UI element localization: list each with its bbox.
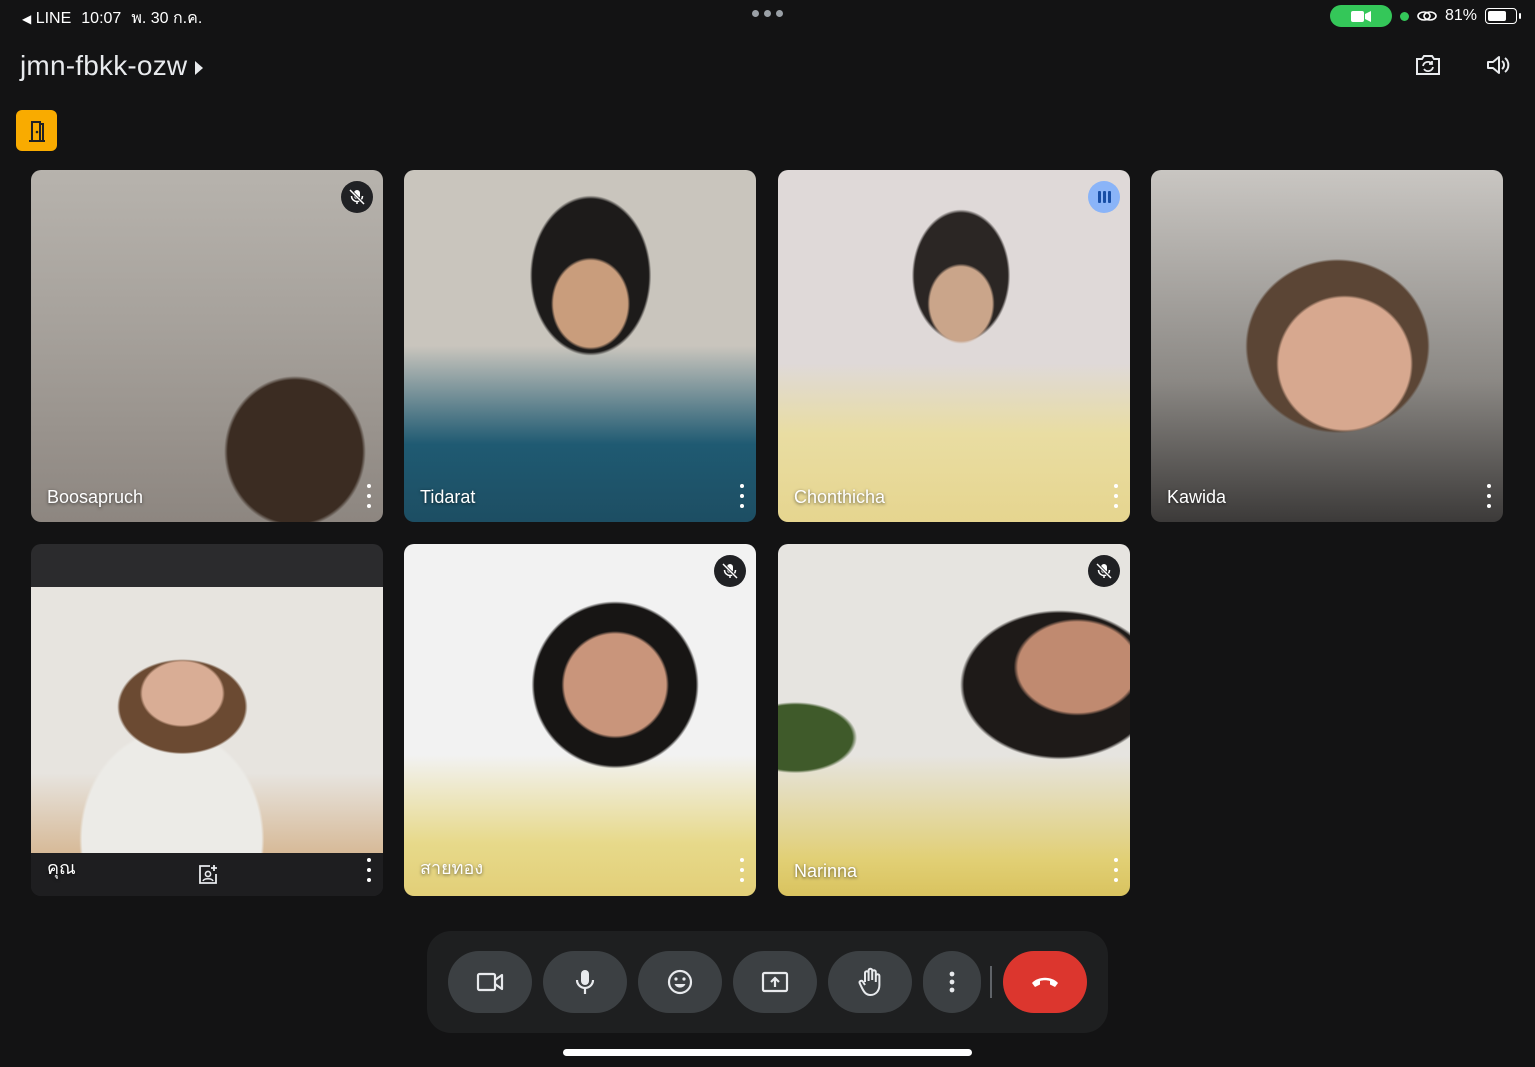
audio-output-button[interactable] (1483, 50, 1513, 80)
speaker-icon (1487, 56, 1510, 74)
present-screen-icon (761, 971, 789, 993)
controls-divider (990, 966, 992, 998)
muted-badge (341, 181, 373, 213)
caret-right-icon (195, 61, 204, 75)
speaking-indicator-icon (1088, 181, 1120, 213)
raise-hand-button[interactable] (828, 951, 912, 1013)
self-view-settings-button[interactable] (197, 864, 219, 886)
camera-in-use-indicator (1329, 5, 1392, 27)
leave-call-button[interactable] (1003, 951, 1087, 1013)
link-icon (1417, 11, 1437, 21)
participant-name: Narinna (794, 861, 858, 881)
video-camera-icon (476, 972, 504, 992)
door-icon (28, 120, 45, 142)
muted-badge (1088, 555, 1120, 587)
self-video (31, 587, 383, 853)
status-time: 10:07 (81, 9, 122, 27)
back-arrow-icon: ◀ (22, 11, 32, 26)
call-controls-bar (427, 931, 1108, 1033)
participant-name: Chonthicha (794, 487, 886, 507)
participant-name: Boosapruch (47, 487, 144, 507)
participant-name: สายทอง (420, 858, 484, 878)
back-app-label: LINE (35, 9, 72, 27)
battery-percent: 81% (1444, 7, 1477, 24)
participant-more-button[interactable] (1485, 484, 1493, 508)
breakout-room-button[interactable] (16, 110, 57, 151)
battery-fill (1488, 11, 1506, 21)
more-vertical-icon (949, 971, 955, 993)
switch-camera-button[interactable] (1413, 50, 1443, 80)
participant-tile-kawida[interactable]: Kawida (1151, 170, 1503, 522)
privacy-dot-icon (1399, 11, 1409, 21)
mic-off-icon (721, 562, 739, 580)
participant-name: Kawida (1167, 487, 1227, 507)
participant-name: Tidarat (420, 487, 476, 507)
mic-off-icon (348, 188, 366, 206)
participant-tile-saithong[interactable]: สายทอง (404, 544, 756, 896)
status-bar: ◀ LINE 10:07 พ. 30 ก.ค. 81% (0, 0, 1535, 32)
switch-camera-icon (1416, 55, 1440, 75)
top-actions (1413, 50, 1513, 80)
back-to-app-link[interactable]: ◀ LINE (22, 10, 71, 28)
multitasking-dots-icon[interactable] (752, 10, 783, 17)
participant-name: คุณ (47, 858, 76, 878)
reactions-button[interactable] (638, 951, 722, 1013)
microphone-icon (575, 970, 595, 994)
participant-more-button[interactable] (365, 858, 373, 882)
more-options-button[interactable] (923, 951, 981, 1013)
status-date: พ. 30 ก.ค. (131, 10, 203, 27)
participant-more-button[interactable] (1112, 484, 1120, 508)
battery-icon (1485, 8, 1521, 24)
hangup-icon (1032, 977, 1058, 987)
participant-tile-chonthicha[interactable]: Chonthicha (778, 170, 1130, 522)
present-screen-button[interactable] (733, 951, 817, 1013)
participant-more-button[interactable] (365, 484, 373, 508)
participant-tile-tidarat[interactable]: Tidarat (404, 170, 756, 522)
home-indicator[interactable] (563, 1049, 972, 1056)
meeting-code[interactable]: jmn-fbkk-ozw (20, 50, 187, 82)
status-left: ◀ LINE 10:07 พ. 30 ก.ค. (22, 6, 202, 31)
camera-toggle-button[interactable] (448, 951, 532, 1013)
participant-tile-boosapruch[interactable]: Boosapruch (31, 170, 383, 522)
participant-tile-narinna[interactable]: Narinna (778, 544, 1130, 896)
portrait-add-icon (199, 865, 217, 884)
status-right: 81% (1329, 5, 1521, 27)
participant-more-button[interactable] (1112, 858, 1120, 882)
participant-tile-self[interactable]: คุณ (31, 544, 383, 896)
microphone-toggle-button[interactable] (543, 951, 627, 1013)
mic-off-icon (1095, 562, 1113, 580)
meeting-header[interactable]: jmn-fbkk-ozw (20, 50, 204, 82)
video-camera-icon (1350, 10, 1371, 22)
participant-more-button[interactable] (738, 858, 746, 882)
raise-hand-icon (858, 967, 881, 996)
muted-badge (714, 555, 746, 587)
participant-more-button[interactable] (738, 484, 746, 508)
emoji-icon (667, 969, 693, 995)
